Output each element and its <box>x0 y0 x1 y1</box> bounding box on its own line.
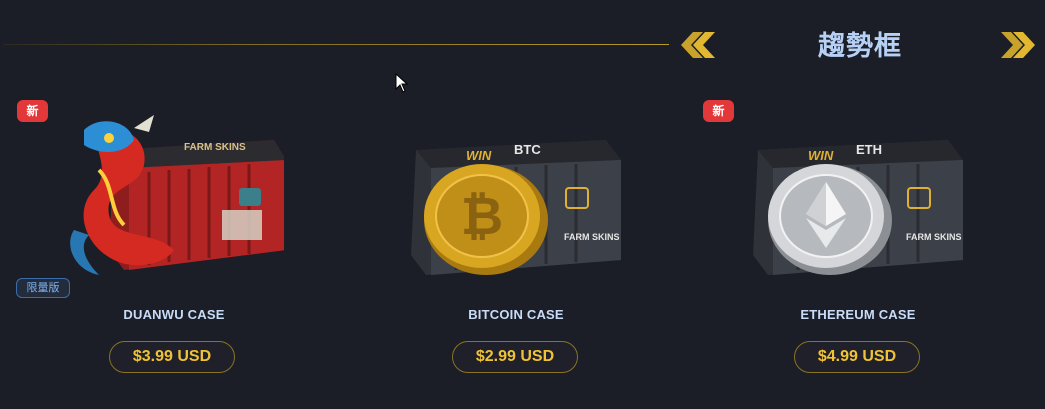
ethereum-case-image[interactable]: WIN ETH FARM SKINS <box>738 110 968 290</box>
chevron-left-icon[interactable] <box>679 30 717 60</box>
case-card-ethereum[interactable]: WIN ETH FARM SKINS 新 ETHEREUM CASE $4.99… <box>698 92 1018 392</box>
bitcoin-case-image[interactable]: WIN BTC FARM SKINS ₿ <box>396 110 626 290</box>
mouse-cursor-icon <box>395 73 409 93</box>
dragon-case-image[interactable]: FARM SKINS <box>54 110 284 290</box>
case-name: ETHEREUM CASE <box>800 307 916 322</box>
bitcoin-symbol-icon: ₿ <box>461 188 503 246</box>
case-card-bitcoin[interactable]: WIN BTC FARM SKINS ₿ BITCOIN CASE $2.99 … <box>356 92 676 392</box>
case-card-duanwu[interactable]: FARM SKINS 新 限量版 DUANWU CASE $3.99 USD <box>14 92 334 392</box>
case-coin-label: BTC <box>514 142 541 157</box>
case-win-text: WIN <box>808 148 834 163</box>
new-badge: 新 <box>703 100 734 122</box>
case-win-text: WIN <box>466 148 492 163</box>
section-divider-line <box>3 44 669 45</box>
case-brand-text: FARM SKINS <box>906 232 962 242</box>
case-brand-text: FARM SKINS <box>564 232 620 242</box>
case-brand-text: FARM SKINS <box>184 142 246 153</box>
price-button[interactable]: $4.99 USD <box>794 341 920 373</box>
section-title: 趨勢框 <box>818 31 902 61</box>
price-button[interactable]: $2.99 USD <box>452 341 578 373</box>
case-name: BITCOIN CASE <box>468 307 564 322</box>
new-badge: 新 <box>17 100 48 122</box>
case-coin-label: ETH <box>856 142 882 157</box>
limited-edition-badge: 限量版 <box>16 278 70 298</box>
chevron-right-icon[interactable] <box>999 30 1037 60</box>
price-button[interactable]: $3.99 USD <box>109 341 235 373</box>
case-name: DUANWU CASE <box>123 307 225 322</box>
